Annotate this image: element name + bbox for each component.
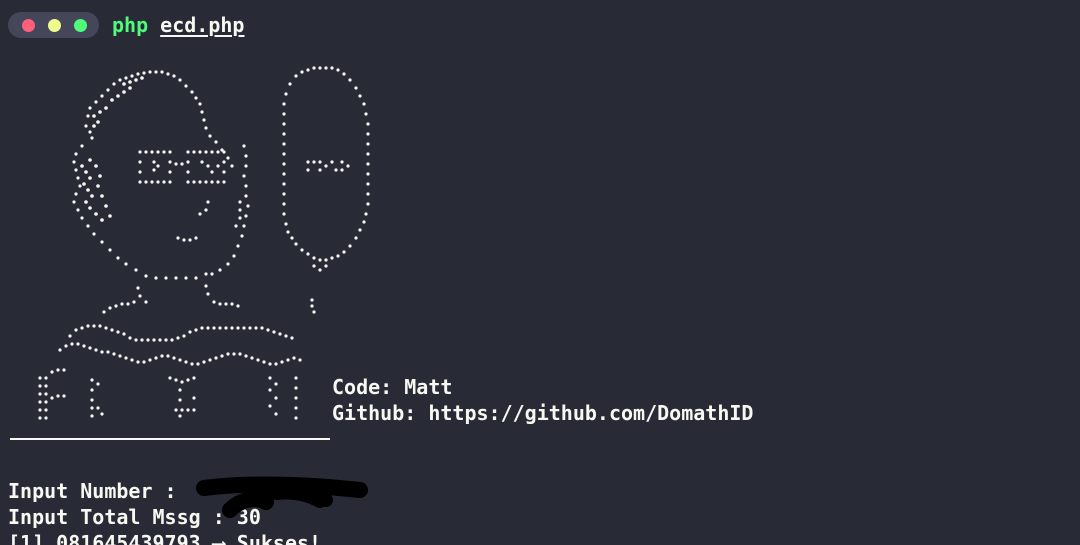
credit-github: Github: https://github.com/DomathID — [332, 401, 754, 425]
body-dots — [38, 284, 316, 420]
input-number-line: Input Number : — [8, 478, 189, 504]
input-total-label: Input Total Mssg — [8, 505, 201, 529]
window-controls — [8, 12, 99, 38]
input-total-line: Input Total Mssg : 30 — [8, 504, 261, 530]
terminal-window: php ecd.php Code: Matt Github: https://g… — [0, 0, 1080, 545]
maximize-dot-icon[interactable] — [74, 18, 87, 32]
glasses-dots — [138, 150, 226, 184]
command-file: ecd.php — [160, 13, 245, 37]
result-line: [1] 081645439793 ⟶ Sukses! — [8, 531, 322, 545]
input-total-value: : 30 — [200, 505, 261, 529]
command-line: php ecd.php — [112, 12, 244, 38]
command-program: php — [112, 13, 149, 37]
separator-line — [10, 438, 330, 440]
input-number-label: Input Number : — [8, 479, 189, 503]
face-feature-dots — [176, 200, 242, 242]
title-bar: php ecd.php — [8, 12, 244, 38]
close-dot-icon[interactable] — [22, 18, 35, 32]
hair-dots — [80, 76, 144, 222]
minimize-dot-icon[interactable] — [48, 18, 61, 32]
credit-code: Code: Matt — [332, 375, 453, 399]
balloon-dots — [282, 66, 370, 272]
